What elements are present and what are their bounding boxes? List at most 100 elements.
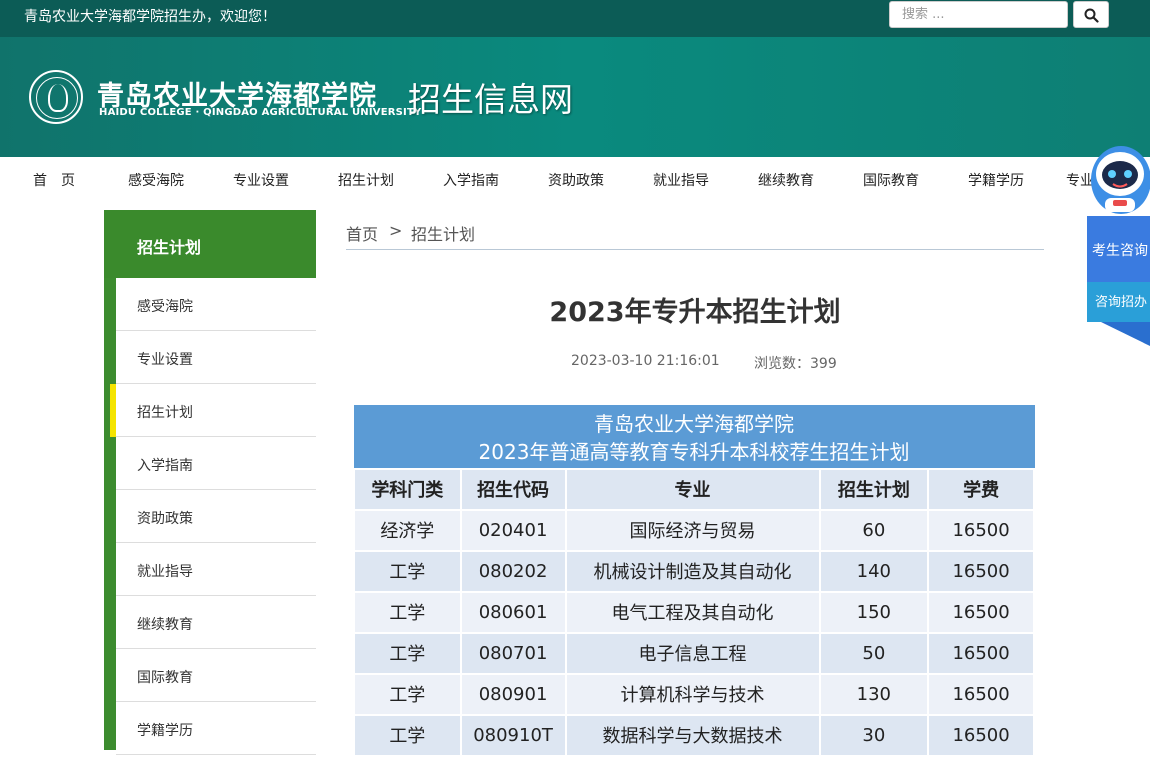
table-banner: 青岛农业大学海都学院 2023年普通高等教育专科升本科校荐生招生计划 xyxy=(353,405,1035,469)
table-header-code: 招生代码 xyxy=(459,467,567,511)
table-cell: 国际经济与贸易 xyxy=(564,508,821,552)
search-button[interactable] xyxy=(1073,1,1109,28)
sidebar-title: 招生计划 xyxy=(104,210,316,278)
nav-item-records[interactable]: 学籍学历 xyxy=(968,170,1024,190)
nav-item-career[interactable]: 就业指导 xyxy=(653,170,709,190)
nav-item-aid[interactable]: 资助政策 xyxy=(548,170,604,190)
sidebar-list: 感受海院 专业设置 招生计划 入学指南 资助政策 就业指导 继续教育 国际教育 … xyxy=(110,278,316,755)
table-cell: 080901 xyxy=(459,672,567,716)
nav-item-continuing[interactable]: 继续教育 xyxy=(758,170,814,190)
table-cell: 工学 xyxy=(353,549,462,593)
table-cell: 16500 xyxy=(927,508,1035,552)
table-cell: 工学 xyxy=(353,713,462,757)
nav-item-plan[interactable]: 招生计划 xyxy=(338,170,394,190)
nav-item-majors[interactable]: 专业设置 xyxy=(233,170,289,190)
table-cell: 工学 xyxy=(353,590,462,634)
table-cell: 140 xyxy=(818,549,930,593)
table-cell: 工学 xyxy=(353,631,462,675)
college-name-en: HAIDU COLLEGE · QINGDAO AGRICULTURAL UNI… xyxy=(99,107,422,118)
top-bar: 青岛农业大学海都学院招生办，欢迎您！ xyxy=(0,0,1150,37)
table-row: 工学 080901 计算机科学与技术 130 16500 xyxy=(353,672,1035,716)
sidebar-item-majors[interactable]: 专业设置 xyxy=(116,331,316,384)
site-header: 青岛农业大学海都学院 HAIDU COLLEGE · QINGDAO AGRIC… xyxy=(0,37,1150,157)
table-cell: 经济学 xyxy=(353,508,462,552)
breadcrumb-current[interactable]: 招生计划 xyxy=(411,221,475,245)
publish-date: 2023-03-10 21:16:01 xyxy=(571,353,720,369)
nav-item-guide[interactable]: 入学指南 xyxy=(443,170,499,190)
table-cell: 130 xyxy=(818,672,930,716)
table-cell: 工学 xyxy=(353,672,462,716)
search-input[interactable] xyxy=(889,1,1068,28)
table-cell: 50 xyxy=(818,631,930,675)
table-cell: 16500 xyxy=(927,631,1035,675)
view-count-label: 浏览数： xyxy=(754,356,810,372)
sidebar-item-label: 专业设置 xyxy=(137,352,193,368)
contact-office-button[interactable]: 咨询招办 xyxy=(1087,282,1150,322)
sidebar-item-records[interactable]: 学籍学历 xyxy=(116,702,316,755)
search-icon xyxy=(1084,8,1099,23)
sidebar-item-about[interactable]: 感受海院 xyxy=(116,278,316,331)
table-cell: 080202 xyxy=(459,549,567,593)
sidebar: 招生计划 感受海院 专业设置 招生计划 入学指南 资助政策 就业指导 继续教育 … xyxy=(104,210,316,755)
widget-tail xyxy=(1101,322,1150,346)
table-row: 工学 080202 机械设计制造及其自动化 140 16500 xyxy=(353,549,1035,593)
breadcrumb: 首页 > 招生计划 xyxy=(346,221,1044,250)
sidebar-item-label: 感受海院 xyxy=(137,299,193,315)
breadcrumb-home[interactable]: 首页 xyxy=(346,221,378,245)
table-cell: 150 xyxy=(818,590,930,634)
sidebar-item-plan[interactable]: 招生计划 xyxy=(110,384,316,437)
table-row: 经济学 020401 国际经济与贸易 60 16500 xyxy=(353,508,1035,552)
table-header-tuition: 学费 xyxy=(927,467,1035,511)
sidebar-item-label: 资助政策 xyxy=(137,511,193,527)
sidebar-item-label: 就业指导 xyxy=(137,564,193,580)
consult-button[interactable]: 考生咨询 xyxy=(1087,216,1150,282)
table-cell: 数据科学与大数据技术 xyxy=(564,713,821,757)
table-banner-line2: 2023年普通高等教育专科升本科校荐生招生计划 xyxy=(478,439,910,464)
sidebar-item-continuing[interactable]: 继续教育 xyxy=(116,596,316,649)
table-row: 工学 080701 电子信息工程 50 16500 xyxy=(353,631,1035,675)
table-cell: 020401 xyxy=(459,508,567,552)
table-cell: 机械设计制造及其自动化 xyxy=(564,549,821,593)
college-emblem-icon[interactable] xyxy=(29,70,83,124)
table-cell: 30 xyxy=(818,713,930,757)
table-cell: 080910T xyxy=(459,713,567,757)
sidebar-item-label: 入学指南 xyxy=(137,458,193,474)
main-nav: 首 页 感受海院 专业设置 招生计划 入学指南 资助政策 就业指导 继续教育 国… xyxy=(0,157,1150,200)
table-cell: 080701 xyxy=(459,631,567,675)
robot-avatar-icon[interactable] xyxy=(1087,140,1150,216)
table-cell: 60 xyxy=(818,508,930,552)
sidebar-item-career[interactable]: 就业指导 xyxy=(116,543,316,596)
sidebar-title-text: 招生计划 xyxy=(137,238,202,257)
breadcrumb-separator: > xyxy=(389,221,403,240)
nav-item-about[interactable]: 感受海院 xyxy=(128,170,184,190)
sidebar-item-label: 国际教育 xyxy=(137,670,193,686)
sidebar-item-guide[interactable]: 入学指南 xyxy=(116,437,316,490)
nav-item-home[interactable]: 首 页 xyxy=(33,170,75,190)
sidebar-item-label: 学籍学历 xyxy=(137,723,193,739)
table-header-category: 学科门类 xyxy=(353,467,462,511)
welcome-text: 青岛农业大学海都学院招生办，欢迎您！ xyxy=(24,9,276,25)
view-count: 浏览数：399 xyxy=(754,353,837,373)
table-cell: 16500 xyxy=(927,713,1035,757)
table-cell: 计算机科学与技术 xyxy=(564,672,821,716)
table-row: 工学 080601 电气工程及其自动化 150 16500 xyxy=(353,590,1035,634)
consult-widget: 考生咨询 咨询招办 xyxy=(1087,140,1150,348)
sidebar-item-label: 继续教育 xyxy=(137,617,193,633)
table-cell: 080601 xyxy=(459,590,567,634)
table-cell: 16500 xyxy=(927,590,1035,634)
nav-item-international[interactable]: 国际教育 xyxy=(863,170,919,190)
table-cell: 电气工程及其自动化 xyxy=(564,590,821,634)
table-cell: 16500 xyxy=(927,672,1035,716)
view-count-value: 399 xyxy=(810,356,837,372)
table-banner-line1: 青岛农业大学海都学院 xyxy=(594,411,794,436)
sidebar-item-international[interactable]: 国际教育 xyxy=(116,649,316,702)
table-cell: 16500 xyxy=(927,549,1035,593)
table-row: 工学 080910T 数据科学与大数据技术 30 16500 xyxy=(353,713,1035,757)
site-title: 招生信息网 xyxy=(408,80,573,119)
page-title: 2023年专升本招生计划 xyxy=(549,297,841,328)
table-cell: 电子信息工程 xyxy=(564,631,821,675)
enrollment-plan-table: 青岛农业大学海都学院 2023年普通高等教育专科升本科校荐生招生计划 学科门类 … xyxy=(353,405,1035,757)
table-header-major: 专业 xyxy=(564,467,821,511)
sidebar-item-label: 招生计划 xyxy=(137,405,193,421)
sidebar-item-aid[interactable]: 资助政策 xyxy=(116,490,316,543)
